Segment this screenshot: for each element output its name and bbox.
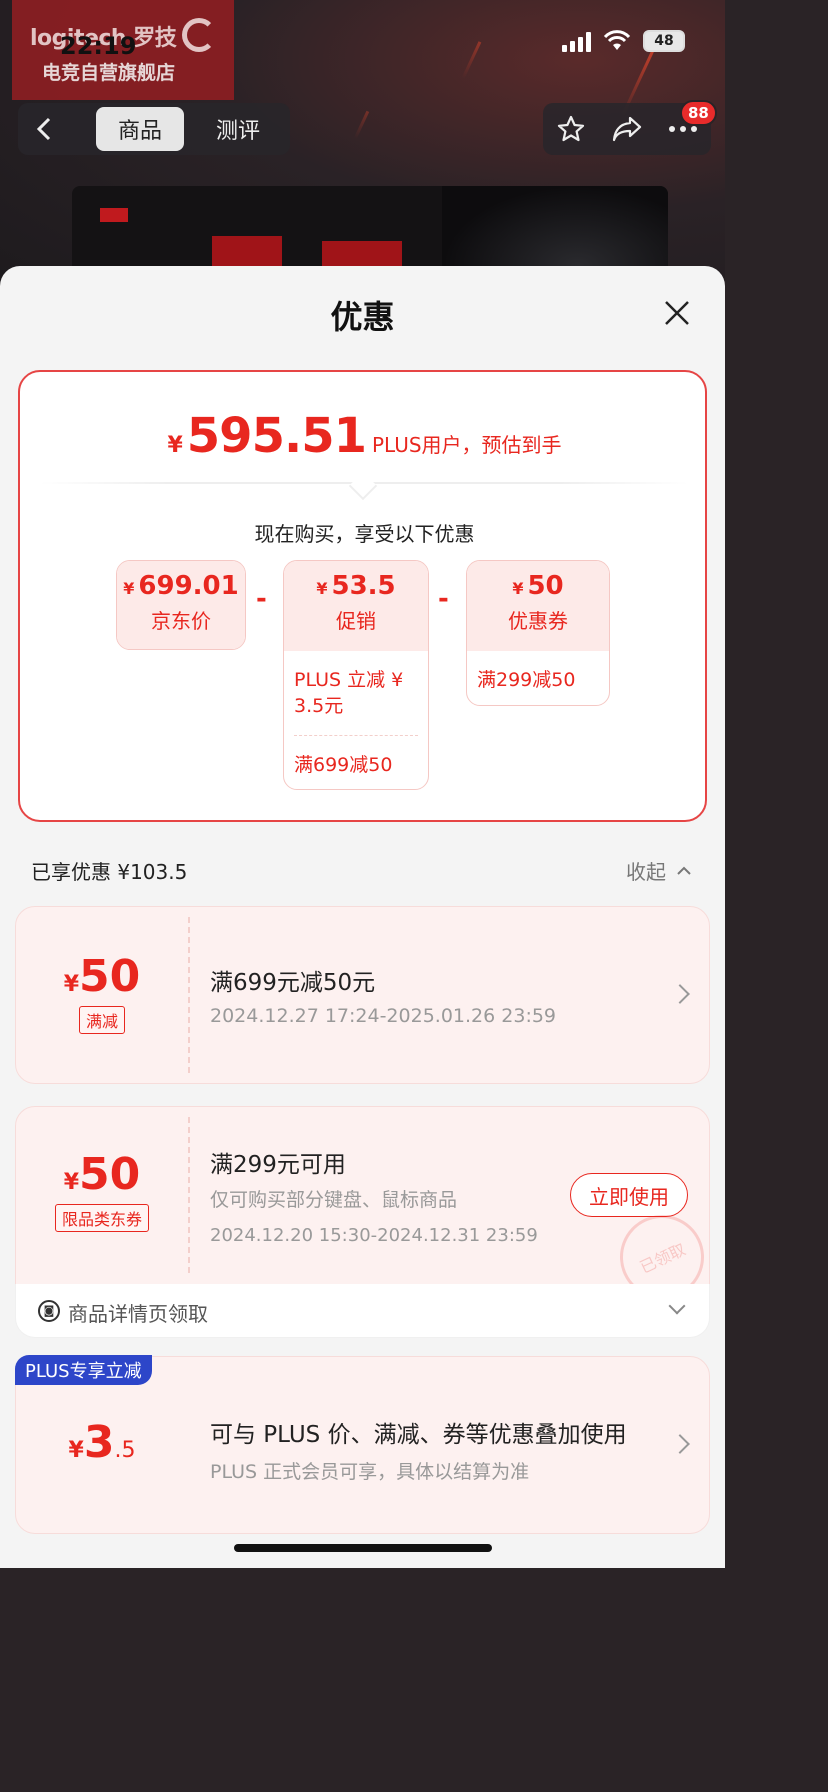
final-price-desc: PLUS用户，预估到手 <box>372 433 562 457</box>
tab-product[interactable]: 商品 <box>96 107 185 151</box>
currency-symbol: ¥ <box>512 579 524 598</box>
promo-detail-full-reduction: 满699减50 <box>294 754 393 776</box>
currency-symbol: ¥ <box>123 579 135 598</box>
status-icons: 48 <box>562 30 685 52</box>
chevron-right-icon <box>670 1434 690 1454</box>
top-navigation: 商品 测评 <box>18 103 290 155</box>
currency-symbol: ¥ <box>167 433 183 458</box>
store-name: 电竞自营旗舰店 <box>42 62 176 84</box>
promo-box: ¥53.5 促销 PLUS 立减 ¥ 3.5元 满699减50 <box>283 560 429 790</box>
coupon-label: 优惠券 <box>508 609 568 633</box>
promo-label: 促销 <box>336 609 376 633</box>
close-icon[interactable] <box>660 296 694 330</box>
jd-price-box: ¥699.01 京东价 <box>116 560 246 650</box>
discount-sheet: 优惠 ¥595.51 PLUS用户，预估到手 现在购买，享受以下优惠 ¥699.0… <box>0 266 725 1568</box>
share-icon[interactable] <box>611 115 643 143</box>
signal-icon <box>562 30 591 52</box>
plus-exclusive-badge: PLUS专享立减 <box>15 1355 152 1385</box>
currency-symbol: ¥ <box>63 972 80 997</box>
star-icon[interactable] <box>556 114 586 144</box>
chevron-down-icon <box>668 1297 686 1315</box>
collapse-label: 收起 <box>626 860 666 884</box>
collapse-button[interactable]: 收起 <box>626 856 692 885</box>
final-price: 595.51 <box>186 408 367 464</box>
coupon-source-text: 商品详情页领取 <box>68 1302 208 1326</box>
home-indicator <box>234 1544 492 1552</box>
more-icon[interactable] <box>668 125 698 133</box>
coupon-value: 50 <box>527 571 564 601</box>
plus-amount-dec: .5 <box>114 1438 136 1463</box>
jd-price-label: 京东价 <box>151 609 211 633</box>
coupon-title: 满299元可用 <box>210 1152 346 1178</box>
savings-total: 已享优惠 ¥103.5 <box>31 860 188 884</box>
coupon-box: ¥50 优惠券 满299减50 <box>466 560 610 706</box>
coupon-tag: 限品类东券 <box>54 1204 149 1232</box>
coupon-card-full-reduction[interactable]: ¥50 满减 满699元减50元 2024.12.27 17:24-2025.0… <box>15 906 710 1084</box>
coupon-validity: 2024.12.27 17:24-2025.01.26 23:59 <box>210 1005 557 1027</box>
coupon-title: 满699元减50元 <box>210 970 376 996</box>
plus-title: 可与 PLUS 价、满减、券等优惠叠加使用 <box>210 1422 627 1448</box>
breakdown-subtitle: 现在购买，享受以下优惠 <box>254 522 475 546</box>
promo-value: 53.5 <box>331 571 396 601</box>
currency-symbol: ¥ <box>68 1438 84 1463</box>
jd-price-value: 699.01 <box>138 571 239 601</box>
coupon-divider <box>188 917 190 1073</box>
coupon-tag: 满减 <box>78 1006 125 1034</box>
plus-description: PLUS 正式会员可享，具体以结算为准 <box>210 1461 530 1483</box>
sheet-title: 优惠 <box>330 298 395 336</box>
status-time: 22:19 <box>60 32 137 60</box>
back-button[interactable] <box>18 103 70 155</box>
coupon-divider <box>188 1117 190 1273</box>
plus-amount-int: 3 <box>83 1417 115 1468</box>
currency-symbol: ¥ <box>316 579 328 598</box>
coupon-amount: 50 <box>79 1149 141 1200</box>
chevron-right-icon <box>670 984 690 1004</box>
wifi-icon <box>603 30 631 50</box>
minus-sign: - <box>256 584 267 614</box>
chevron-left-icon <box>36 117 51 141</box>
battery-indicator: 48 <box>643 30 685 52</box>
minus-sign: - <box>438 584 449 614</box>
coupon-amount: 50 <box>79 951 141 1002</box>
tab-review[interactable]: 测评 <box>194 107 282 151</box>
message-count-badge: 88 <box>680 100 717 126</box>
divider-notch <box>348 471 378 501</box>
promo-detail-plus: PLUS 立减 ¥ 3.5元 <box>294 669 404 717</box>
coupon-validity: 2024.12.20 15:30-2024.12.31 23:59 <box>210 1225 538 1246</box>
coupon-detail: 满299减50 <box>477 669 576 691</box>
coupon-source-icon: ◙ <box>38 1300 60 1322</box>
chevron-up-icon <box>677 866 691 875</box>
coupon-description: 仅可购买部分键盘、鼠标商品 <box>210 1189 458 1211</box>
use-now-button[interactable]: 立即使用 <box>570 1173 688 1217</box>
currency-symbol: ¥ <box>63 1170 80 1195</box>
coupon-source-row[interactable]: ◙ 商品详情页领取 <box>15 1284 710 1338</box>
estimated-price: ¥595.51 PLUS用户，预估到手 <box>20 408 709 464</box>
price-breakdown-card: ¥595.51 PLUS用户，预估到手 现在购买，享受以下优惠 ¥699.01 京… <box>18 370 707 822</box>
logitech-g-icon <box>182 18 216 52</box>
